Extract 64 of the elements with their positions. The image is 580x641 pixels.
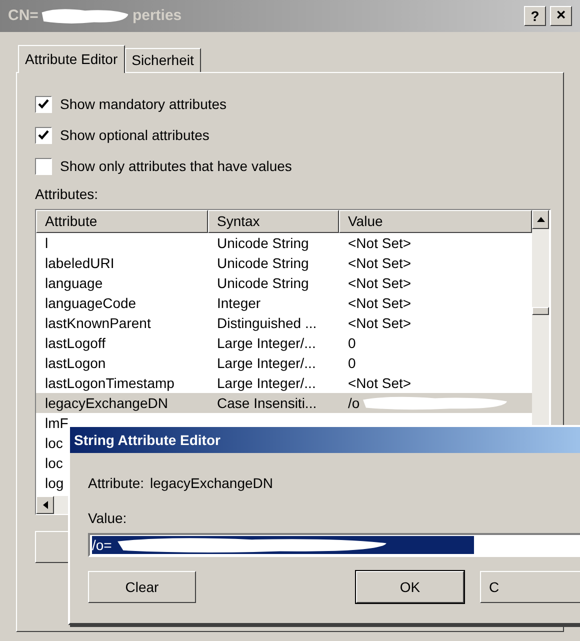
table-cell-text: lastLogoff (44, 334, 106, 353)
checkbox-label: Show optional attributes (60, 126, 210, 145)
dialog-button[interactable]: Clear (88, 571, 196, 603)
tab[interactable]: Sicherheit (124, 48, 201, 72)
table-cell-text: lastLogon (44, 354, 107, 373)
table-cell-text: /o (348, 394, 360, 412)
table-cell-text: Large Integer/... (216, 334, 317, 353)
table-cell-text: 0 (348, 334, 356, 352)
attributes-label: Attributes: (35, 185, 100, 204)
scroll-left-button[interactable] (36, 496, 54, 514)
table-cell-text: <Not Set> (348, 274, 412, 292)
table-cell-text: languageCode (44, 294, 138, 313)
column-header[interactable]: Attribute (36, 210, 208, 233)
table-cell-text: <Not Set> (348, 374, 412, 392)
table-cell-text: <Not Set> (348, 254, 412, 272)
table-cell-text: Large Integer/... (216, 374, 317, 393)
tab[interactable]: Attribute Editor (18, 45, 125, 73)
dialog-title: String Attribute Editor (74, 430, 220, 450)
checkmark-icon (38, 130, 49, 141)
window-title: CN= (8, 6, 38, 26)
table-cell-text: Case Insensiti... (216, 394, 318, 412)
scroll-up-button[interactable] (532, 210, 549, 229)
checkbox[interactable] (35, 158, 52, 175)
table-cell-text: Unicode String (216, 274, 310, 293)
checkbox-label: Show mandatory attributes (60, 95, 227, 114)
scroll-thumb[interactable] (532, 307, 549, 315)
checkmark-icon (38, 99, 49, 110)
help-button[interactable]: ? (524, 6, 546, 26)
table-cell-text: Distinguished ... (216, 314, 318, 333)
window-title: perties (132, 6, 182, 26)
up-arrow-icon (536, 217, 544, 222)
table-row[interactable]: legacyExchangeDN Case Insensiti... /o (36, 393, 532, 413)
table-cell-text: lastKnownParent (44, 314, 152, 332)
table-cell-text: 0 (348, 354, 356, 372)
table-cell-text: loc (45, 434, 63, 452)
table-cell-text: l (44, 234, 50, 252)
table-cell-text: loc (45, 454, 63, 472)
table-cell-text: Integer (216, 294, 262, 313)
value-field[interactable]: /o= (88, 533, 580, 557)
table-cell-text: legacyExchangeDN (44, 394, 169, 413)
table-cell-text: labeledURI (44, 254, 116, 272)
table-cell-text: Large Integer/... (216, 354, 317, 373)
checkbox[interactable] (35, 96, 52, 113)
checkbox-label: Show only attributes that have values (60, 157, 292, 176)
column-header[interactable]: Value (339, 210, 532, 233)
table-cell-text: <Not Set> (348, 314, 412, 332)
dialog-button[interactable]: OK (356, 571, 464, 603)
table-cell-text: Unicode String (216, 234, 310, 253)
table-cell-text: language (44, 274, 104, 293)
attribute-name: legacyExchangeDN (150, 474, 273, 493)
table-cell-text: lmF (45, 414, 68, 432)
dialog-button[interactable]: C (480, 571, 580, 603)
value-label: Value: (88, 509, 128, 528)
table-cell-text: log (45, 474, 64, 493)
column-header[interactable]: Syntax (208, 210, 339, 233)
table-cell-text: lastLogonTimestamp (44, 374, 176, 393)
selected-text: /o= (92, 536, 112, 554)
close-button[interactable]: × (550, 6, 572, 26)
table-cell-text: <Not Set> (348, 234, 412, 252)
left-arrow-icon (42, 501, 48, 509)
table-cell-text: <Not Set> (348, 294, 412, 312)
checkbox[interactable] (35, 127, 52, 144)
attribute-label: Attribute: (88, 474, 144, 493)
table-cell-text: Unicode String (216, 254, 310, 273)
